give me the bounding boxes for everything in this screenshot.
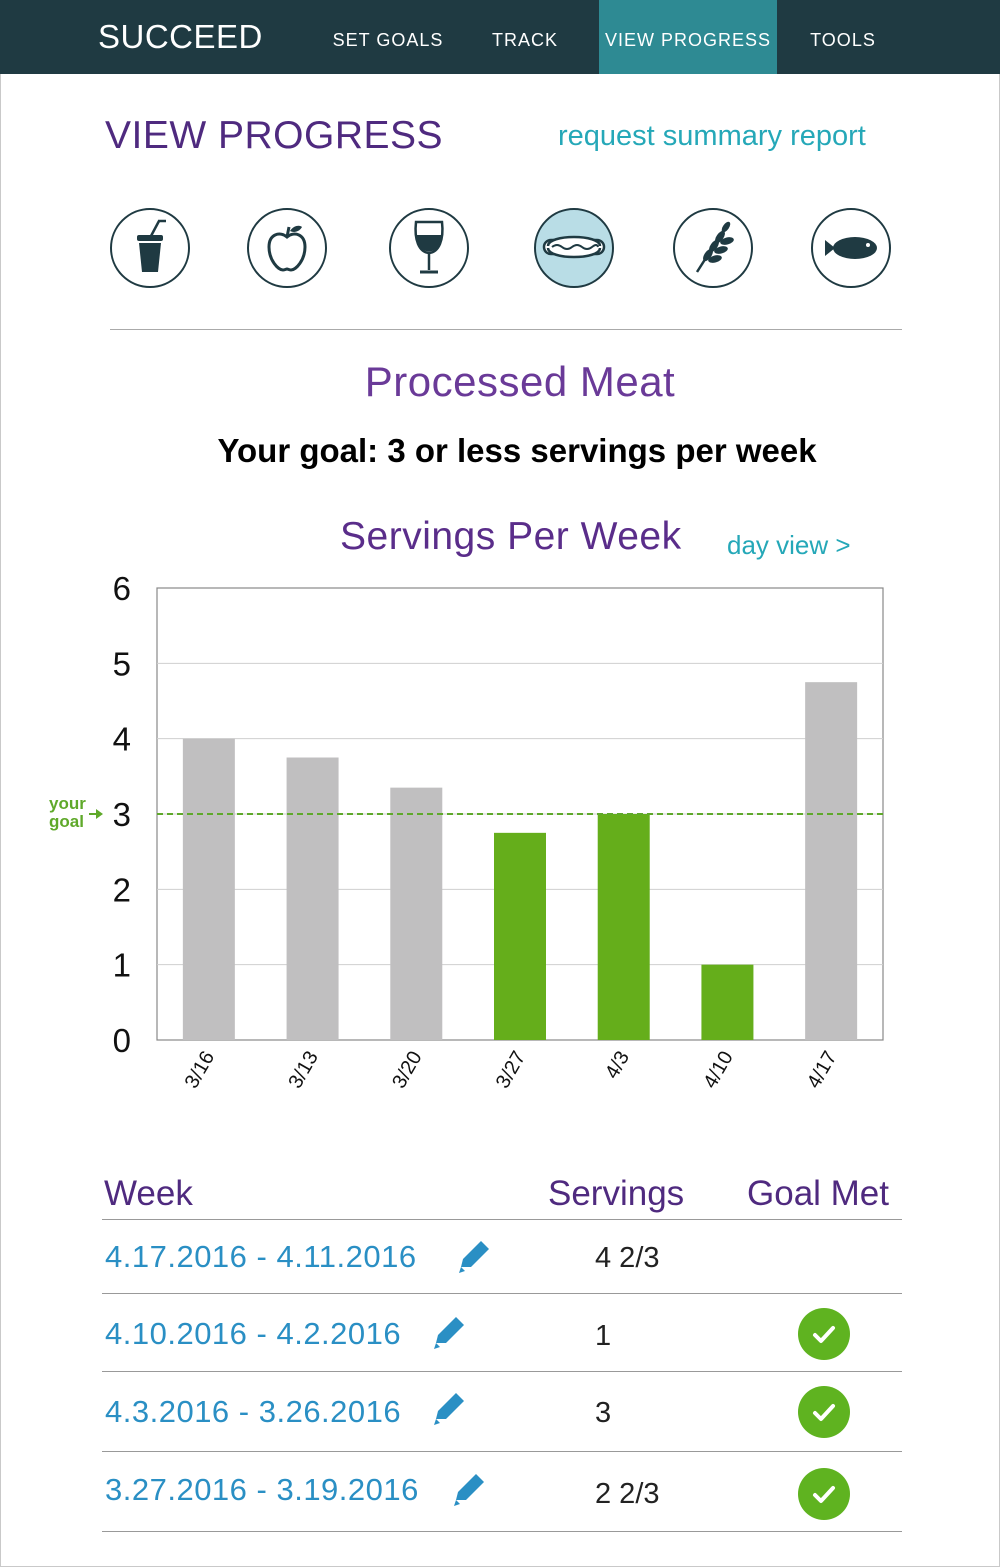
week-link-row-4[interactable]: 3.27.2016 - 3.19.2016 (105, 1472, 419, 1508)
bar (286, 757, 339, 1040)
brand-logo[interactable]: SUCCEED (98, 18, 263, 56)
nav-tools[interactable]: TOOLS (795, 0, 891, 74)
goal-met-check-icon (798, 1386, 850, 1438)
goal-marker-label: your (49, 794, 86, 813)
table-divider (102, 1451, 902, 1452)
bar (390, 787, 443, 1040)
nav-track[interactable]: TRACK (476, 0, 574, 74)
pencil-icon[interactable] (450, 1470, 488, 1508)
category-processed-meat-button[interactable] (534, 208, 614, 288)
y-tick-label: 3 (113, 796, 131, 833)
fish-icon (825, 237, 877, 259)
pencil-icon[interactable] (430, 1389, 468, 1427)
x-tick-label: 4/3 (601, 1048, 634, 1083)
servings-value-row-4: 2 2/3 (595, 1478, 660, 1510)
wheat-icon (695, 221, 734, 273)
bar (182, 738, 235, 1040)
bar (805, 682, 858, 1040)
apple-icon (267, 225, 307, 272)
table-divider (102, 1219, 902, 1220)
table-header-servings: Servings (548, 1174, 685, 1213)
category-fruit-button[interactable] (247, 208, 327, 288)
wine-glass-icon (414, 220, 444, 274)
top-nav: SUCCEED SET GOALS TRACK VIEW PROGRESS TO… (0, 0, 1000, 74)
nav-view-progress[interactable]: VIEW PROGRESS (599, 0, 777, 74)
servings-value-row-1: 4 2/3 (595, 1242, 660, 1274)
y-tick-label: 6 (113, 570, 131, 607)
week-link-row-1[interactable]: 4.17.2016 - 4.11.2016 (105, 1239, 417, 1275)
page-title: VIEW PROGRESS (105, 114, 444, 157)
x-tick-label: 3/20 (388, 1048, 427, 1093)
week-link-row-3[interactable]: 4.3.2016 - 3.26.2016 (105, 1394, 401, 1430)
category-grains-button[interactable] (673, 208, 753, 288)
day-view-link[interactable]: day view > (727, 530, 851, 561)
y-tick-label: 4 (113, 721, 131, 758)
category-alcohol-button[interactable] (389, 208, 469, 288)
hot-dog-icon (542, 235, 606, 259)
bar (701, 964, 754, 1040)
week-link-row-2[interactable]: 4.10.2016 - 4.2.2016 (105, 1316, 401, 1352)
category-title: Processed Meat (364, 358, 676, 405)
bar (597, 814, 650, 1040)
table-divider (102, 1371, 902, 1372)
servings-value-row-3: 3 (595, 1397, 612, 1429)
goal-arrow-icon (89, 809, 103, 819)
y-tick-label: 2 (113, 871, 131, 908)
category-fish-button[interactable] (811, 208, 891, 288)
section-divider (110, 329, 902, 330)
x-tick-label: 3/27 (492, 1048, 531, 1093)
x-tick-label: 3/13 (284, 1048, 323, 1093)
x-tick-label: 3/16 (181, 1048, 220, 1093)
goal-met-check-icon (798, 1308, 850, 1360)
table-divider (102, 1531, 902, 1532)
servings-value-row-2: 1 (595, 1320, 612, 1352)
y-tick-label: 0 (113, 1022, 131, 1059)
category-drinks-button[interactable] (110, 208, 190, 288)
servings-bar-chart: 0 1 2 3 4 5 6 3/16 3/13 3/20 3/27 4/3 4/10 4/17 yourgo… (49, 570, 884, 1093)
bar (494, 832, 546, 1040)
chart-title: Servings Per Week (340, 515, 682, 558)
soda-cup-icon (137, 219, 166, 272)
y-tick-label: 5 (113, 645, 131, 682)
x-tick-label: 4/10 (699, 1048, 738, 1093)
nav-set-goals[interactable]: SET GOALS (318, 0, 458, 74)
x-tick-label: 4/17 (803, 1048, 842, 1093)
goal-marker-label: goal (49, 812, 84, 831)
y-tick-label: 1 (113, 947, 131, 984)
table-header-goal-met: Goal Met (747, 1174, 889, 1213)
pencil-icon[interactable] (455, 1237, 493, 1275)
request-summary-report-link[interactable]: request summary report (558, 120, 866, 153)
pencil-icon[interactable] (430, 1313, 468, 1351)
table-header-week: Week (104, 1174, 193, 1213)
table-divider (102, 1293, 902, 1294)
goal-text: Your goal: 3 or less servings per week (217, 432, 817, 469)
goal-met-check-icon (798, 1468, 850, 1520)
